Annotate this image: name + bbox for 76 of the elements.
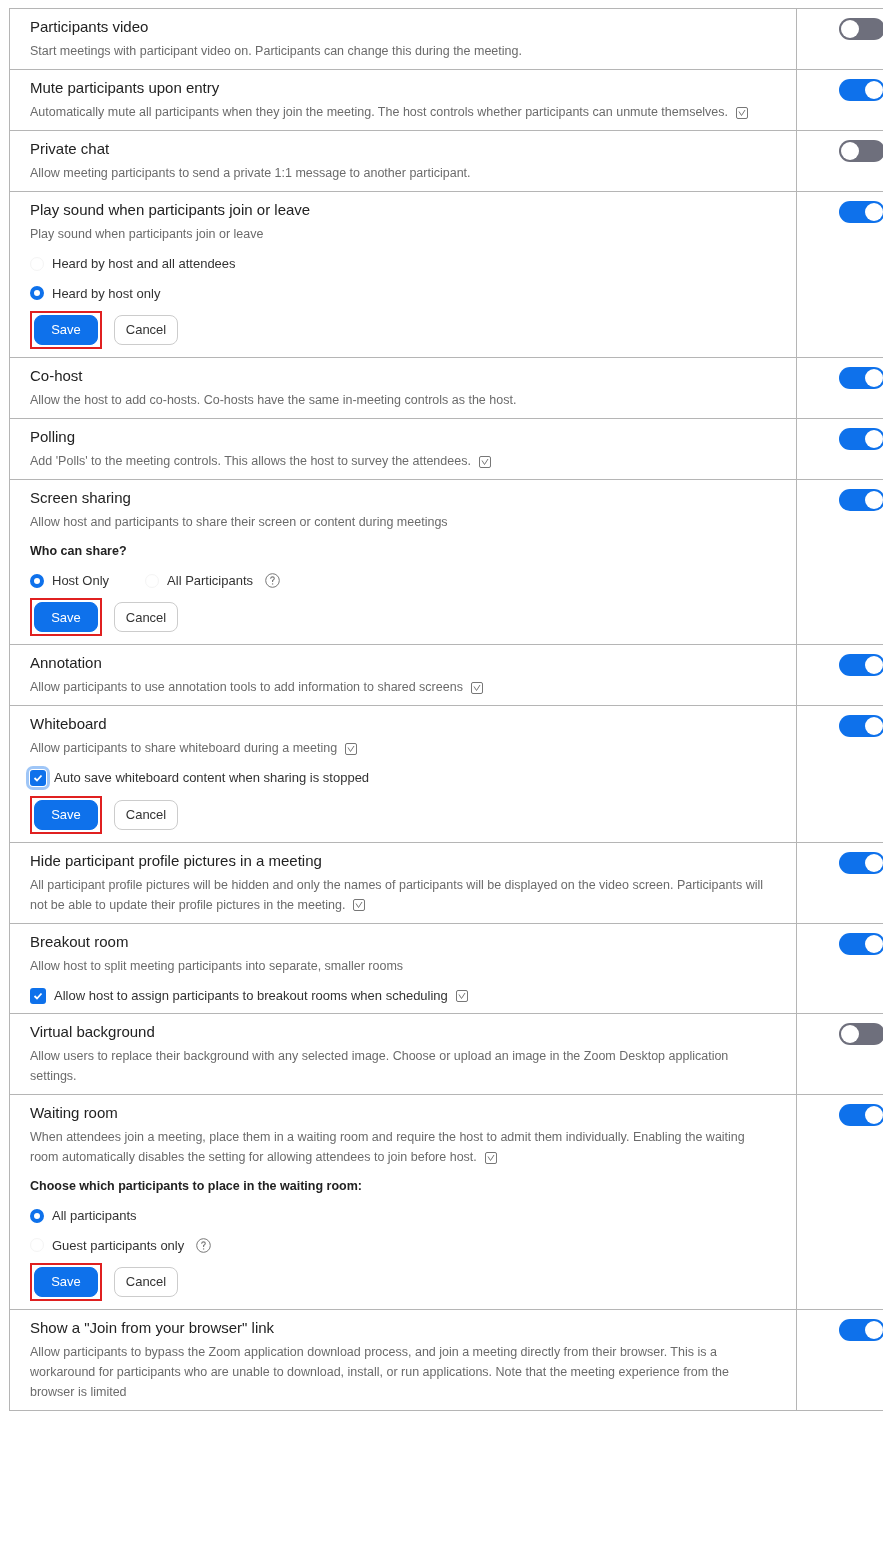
option-label: Heard by host and all attendees bbox=[52, 255, 236, 273]
info-icon[interactable] bbox=[484, 1151, 497, 1164]
setting-title: Hide participant profile pictures in a meeting bbox=[30, 850, 323, 871]
setting-title: Annotation bbox=[30, 653, 103, 674]
setting-description: Add 'Polls' to the meeting controls. This allows the host to survey the attendees. bbox=[30, 451, 770, 471]
save-button[interactable]: Save bbox=[34, 1267, 98, 1297]
setting-title: Co-host bbox=[30, 366, 84, 386]
setting-title: Mute participants upon entry bbox=[30, 78, 221, 98]
setting-title: Breakout room bbox=[30, 931, 130, 952]
save-button[interactable]: Save bbox=[34, 799, 98, 830]
info-icon[interactable] bbox=[345, 742, 358, 755]
option-label: All participants bbox=[52, 1207, 137, 1225]
setting-title: Screen sharing bbox=[30, 488, 132, 508]
toggle-switch[interactable] bbox=[839, 1023, 883, 1046]
info-icon[interactable] bbox=[736, 106, 749, 119]
setting-description: All participant profile pictures will be hidden and only the names of participants will be displayed on the video screen. Participants will not be able to update their profile pictures in the meeting. bbox=[30, 876, 765, 914]
setting-title: Waiting room bbox=[30, 1103, 119, 1124]
help-icon[interactable] bbox=[196, 1237, 212, 1253]
toggle-switch[interactable] bbox=[839, 140, 883, 162]
setting-description: Allow participants to share whiteboard during a meeting bbox=[30, 738, 770, 759]
radio-button[interactable] bbox=[30, 573, 44, 588]
cancel-button[interactable]: Cancel bbox=[114, 602, 178, 633]
option-label: Heard by host only bbox=[52, 284, 161, 303]
setting-description: Allow the host to add co-hosts. Co-hosts have the same in-meeting controls as the host. bbox=[30, 392, 518, 409]
checkmark-icon bbox=[33, 990, 43, 1001]
setting-description: Allow users to replace their background with any selected image. Choose or upload an image in the Zoom Desktop application settings. bbox=[30, 1048, 730, 1086]
setting-title: Participants video bbox=[30, 17, 150, 37]
info-icon[interactable] bbox=[470, 681, 483, 694]
option-label: All Participants bbox=[167, 571, 254, 590]
toggle-switch[interactable] bbox=[839, 428, 883, 450]
toggle-switch[interactable] bbox=[839, 851, 883, 874]
setting-description: Allow meeting participants to send a private 1:1 message to another participant. bbox=[30, 165, 472, 182]
option-label: Host Only bbox=[52, 571, 110, 590]
toggle-switch[interactable] bbox=[839, 18, 883, 40]
cancel-button[interactable]: Cancel bbox=[114, 315, 178, 345]
info-icon[interactable] bbox=[478, 455, 491, 468]
setting-description: Allow host and participants to share their screen or content during meetings bbox=[30, 514, 449, 531]
help-icon[interactable] bbox=[265, 573, 281, 588]
checkbox[interactable] bbox=[30, 987, 46, 1004]
options-heading: Who can share? bbox=[30, 543, 128, 560]
toggle-switch[interactable] bbox=[839, 932, 883, 955]
toggle-switch[interactable] bbox=[839, 367, 883, 389]
checkbox[interactable] bbox=[30, 770, 46, 786]
toggle-switch[interactable] bbox=[839, 715, 883, 738]
toggle-switch[interactable] bbox=[839, 1104, 883, 1127]
info-icon[interactable] bbox=[353, 899, 366, 912]
setting-description: Start meetings with participant video on. Participants can change this during the meeting. bbox=[30, 43, 523, 60]
setting-description: Allow participants to use annotation tools to add information to shared screens bbox=[30, 677, 770, 698]
cancel-button[interactable]: Cancel bbox=[114, 1267, 178, 1297]
setting-title: Play sound when participants join or leave bbox=[30, 200, 312, 220]
radio-button[interactable] bbox=[30, 1208, 44, 1223]
toggle-switch[interactable] bbox=[839, 654, 883, 677]
setting-title: Show a "Join from your browser" link bbox=[30, 1318, 276, 1338]
options-heading: Choose which participants to place in the waiting room: bbox=[30, 1178, 363, 1196]
save-button[interactable]: Save bbox=[34, 602, 98, 633]
info-icon[interactable] bbox=[455, 989, 468, 1002]
setting-description: Allow participants to bypass the Zoom application download process, and join a meeting directly from their browser. This is a workaround for participants who are unable to download, install, or run applications. Note that the meeting experience from the browser is limited bbox=[30, 1344, 730, 1401]
setting-title: Whiteboard bbox=[30, 714, 108, 735]
toggle-switch[interactable] bbox=[839, 201, 883, 223]
option-label: Allow host to assign participants to breakout rooms when scheduling bbox=[54, 986, 448, 1005]
option-label: Auto save whiteboard content when sharing is stopped bbox=[54, 769, 370, 788]
cancel-button[interactable]: Cancel bbox=[114, 799, 178, 830]
setting-title: Private chat bbox=[30, 139, 111, 159]
toggle-switch[interactable] bbox=[839, 1319, 883, 1341]
setting-title: Polling bbox=[30, 427, 77, 447]
radio-button[interactable] bbox=[30, 286, 44, 301]
setting-description: Allow host to split meeting participants into separate, smaller rooms bbox=[30, 957, 405, 975]
checkmark-icon bbox=[33, 773, 43, 783]
option-label: Guest participants only bbox=[52, 1236, 185, 1255]
toggle-switch[interactable] bbox=[839, 79, 883, 101]
setting-description: Automatically mute all participants when they join the meeting. The host controls whether participants can unmute themselves. bbox=[30, 102, 770, 122]
save-button[interactable]: Save bbox=[34, 315, 98, 345]
setting-title: Virtual background bbox=[30, 1022, 156, 1043]
toggle-switch[interactable] bbox=[839, 489, 883, 511]
setting-description: Play sound when participants join or leave bbox=[30, 226, 265, 243]
setting-description: When attendees join a meeting, place them in a waiting room and require the host to admit them individually. Enabling the waiting room automatically disables the setting for allowing attendees to join before host. bbox=[30, 1129, 746, 1167]
